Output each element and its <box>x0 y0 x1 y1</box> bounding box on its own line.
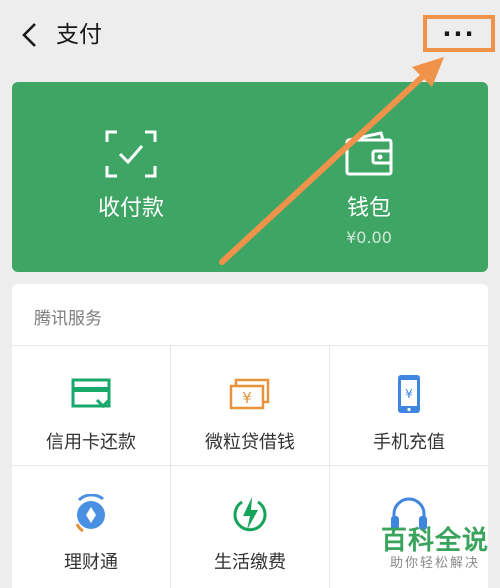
page-title: 支付 <box>56 22 102 48</box>
chevron-left-icon <box>22 23 36 47</box>
service-licaitong[interactable]: 理财通 <box>12 466 170 586</box>
service-label: 生活缴费 <box>214 552 286 573</box>
svg-text:¥: ¥ <box>405 387 413 401</box>
service-mobile-topup[interactable]: ¥ 手机充值 <box>330 346 488 466</box>
watermark-title: 百科全说 <box>380 526 489 556</box>
watermark-logo: 百科全说 助你轻松解决 <box>376 526 494 572</box>
service-label: 微粒贷借钱 <box>205 432 295 453</box>
receive-pay-button[interactable]: 收付款 <box>12 82 250 272</box>
more-dots-icon: ··· <box>442 19 476 48</box>
wealth-icon <box>75 494 105 533</box>
wallet-card: 收付款 钱包 ¥0.00 <box>12 82 488 272</box>
service-utility-bills[interactable]: 生活缴费 <box>171 466 329 586</box>
wallet-icon <box>345 131 393 176</box>
scan-check-icon <box>105 130 157 178</box>
wallet-balance: ¥0.00 <box>346 228 392 247</box>
receive-pay-label: 收付款 <box>97 196 164 221</box>
section-title: 腾讯服务 <box>34 309 102 329</box>
watermark-subtitle: 助你轻松解决 <box>389 556 480 571</box>
lightning-icon <box>233 497 267 532</box>
credit-card-icon <box>71 378 111 409</box>
service-label: 理财通 <box>64 552 118 573</box>
service-label: 信用卡还款 <box>46 432 136 453</box>
more-options-button[interactable]: ··· <box>423 15 495 52</box>
svg-text:¥: ¥ <box>242 389 252 407</box>
service-credit-card-repay[interactable]: 信用卡还款 <box>12 346 170 466</box>
back-button[interactable] <box>14 18 44 52</box>
wallet-button[interactable]: 钱包 ¥0.00 <box>250 82 488 272</box>
banknotes-icon: ¥ <box>229 378 270 410</box>
mobile-topup-icon: ¥ <box>398 375 420 413</box>
wallet-label: 钱包 <box>346 196 391 221</box>
service-label: 手机充值 <box>373 432 445 453</box>
service-weilidai-loan[interactable]: ¥ 微粒贷借钱 <box>171 346 329 466</box>
top-bar: 支付 ··· <box>0 0 500 72</box>
